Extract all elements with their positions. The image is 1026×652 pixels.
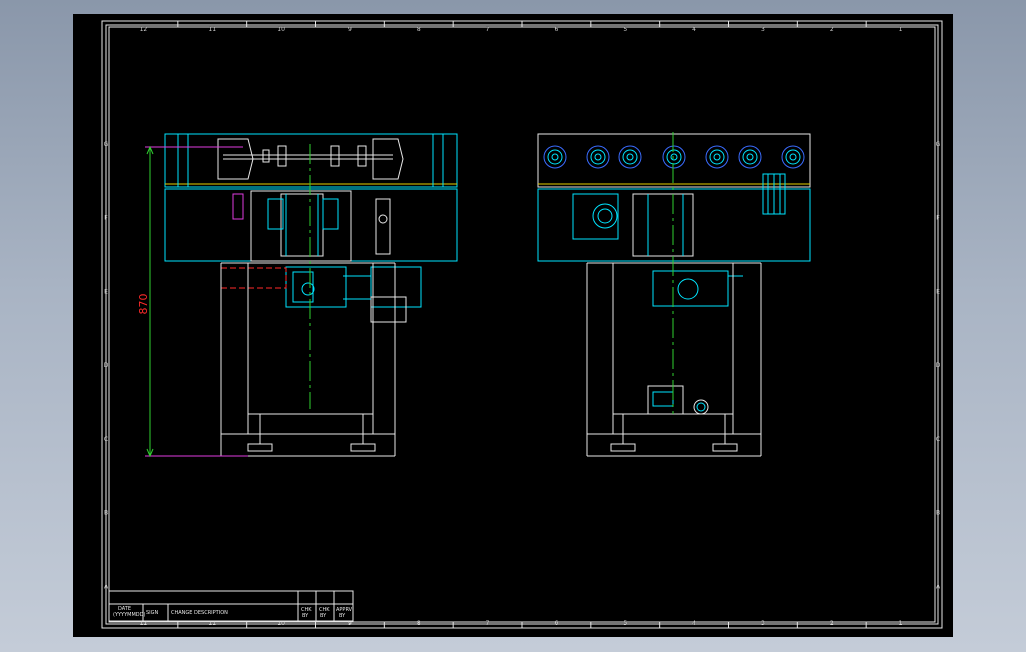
sprocket-6 bbox=[738, 145, 762, 169]
column-tick-8: 8 bbox=[417, 26, 421, 33]
column-tick-7: 7 bbox=[486, 620, 490, 627]
tb-change-description: CHANGE DESCRIPTION bbox=[171, 610, 228, 616]
sprocket-7 bbox=[789, 153, 797, 161]
row-tick-F: F bbox=[936, 215, 940, 222]
column-tick-7: 7 bbox=[486, 26, 490, 33]
sprocket-6 bbox=[746, 153, 754, 161]
height-dimension-label: 870 bbox=[137, 294, 150, 315]
tb-date-value: (YYYYMMDD) bbox=[113, 612, 145, 618]
sprocket-3 bbox=[626, 153, 634, 161]
sprocket-5 bbox=[709, 149, 725, 165]
row-tick-B: B bbox=[936, 510, 940, 517]
row-tick-F: F bbox=[104, 215, 108, 222]
sprocket-5 bbox=[705, 145, 729, 169]
tb-sign-label: SIGN bbox=[146, 610, 159, 616]
row-tick-E: E bbox=[936, 288, 940, 295]
column-tick-8: 8 bbox=[417, 620, 421, 627]
column-tick-1: 1 bbox=[899, 620, 903, 627]
row-tick-A: A bbox=[104, 583, 109, 590]
sprocket-2 bbox=[594, 153, 602, 161]
sprocket-4 bbox=[666, 149, 682, 165]
cad-drawing-canvas: 121211111010998877665544332211 G GF FE ED DC… bbox=[101, 20, 943, 629]
tb-check-by: BY bbox=[302, 613, 309, 619]
column-tick-11: 11 bbox=[208, 26, 216, 33]
sprocket-row bbox=[543, 145, 805, 169]
row-tick-G: G bbox=[104, 141, 109, 148]
sprocket-4 bbox=[670, 153, 678, 161]
border-column-ticks: 121211111010998877665544332211 bbox=[140, 21, 903, 628]
row-tick-C: C bbox=[104, 436, 108, 443]
column-tick-12: 12 bbox=[140, 26, 148, 33]
column-tick-2: 2 bbox=[830, 620, 834, 627]
sprocket-3 bbox=[622, 149, 638, 165]
column-tick-3: 3 bbox=[761, 26, 765, 33]
row-tick-D: D bbox=[936, 362, 941, 369]
column-tick-3: 3 bbox=[761, 620, 765, 627]
sprocket-1 bbox=[547, 149, 563, 165]
sprocket-3 bbox=[618, 145, 642, 169]
column-tick-4: 4 bbox=[692, 620, 696, 627]
sprocket-6 bbox=[742, 149, 758, 165]
sprocket-2 bbox=[590, 149, 606, 165]
right-elevation-view bbox=[537, 132, 811, 457]
column-tick-9: 9 bbox=[348, 26, 352, 33]
row-tick-B: B bbox=[104, 510, 108, 517]
row-tick-E: E bbox=[104, 288, 108, 295]
drawing-border bbox=[101, 20, 943, 629]
sprocket-1 bbox=[543, 145, 567, 169]
column-tick-6: 6 bbox=[555, 26, 559, 33]
sprocket-7 bbox=[785, 149, 801, 165]
left-elevation-view bbox=[164, 133, 458, 457]
row-tick-D: D bbox=[104, 362, 109, 369]
tb-chk-by: BY bbox=[320, 613, 327, 619]
row-tick-G: G bbox=[936, 141, 941, 148]
column-tick-2: 2 bbox=[830, 26, 834, 33]
sprocket-4 bbox=[662, 145, 686, 169]
column-tick-4: 4 bbox=[692, 26, 696, 33]
sprocket-2 bbox=[586, 145, 610, 169]
height-dimension: 870 bbox=[137, 145, 248, 458]
column-tick-5: 5 bbox=[623, 26, 627, 33]
column-tick-5: 5 bbox=[623, 620, 627, 627]
column-tick-10: 10 bbox=[277, 26, 285, 33]
cad-drawing-viewport[interactable]: 12 12 11 11 10 10 9 9 8 8 7 7 6 6 5 5 4 4 3 3 2 2 1 1 GGFFEEDDC… bbox=[73, 14, 953, 637]
sprocket-7 bbox=[781, 145, 805, 169]
sprocket-5 bbox=[713, 153, 721, 161]
row-tick-A: A bbox=[936, 583, 941, 590]
sprocket-1 bbox=[551, 153, 559, 161]
tb-apprv-by: BY bbox=[339, 613, 346, 619]
column-tick-1: 1 bbox=[899, 26, 903, 33]
border-row-ticks: G G F F E E D D C C B B A A bbox=[104, 141, 941, 590]
row-tick-C: C bbox=[936, 436, 940, 443]
column-tick-6: 6 bbox=[555, 620, 559, 627]
title-block: DATE (YYYYMMDD) SIGN CHANGE DESCRIPTION … bbox=[108, 590, 354, 622]
